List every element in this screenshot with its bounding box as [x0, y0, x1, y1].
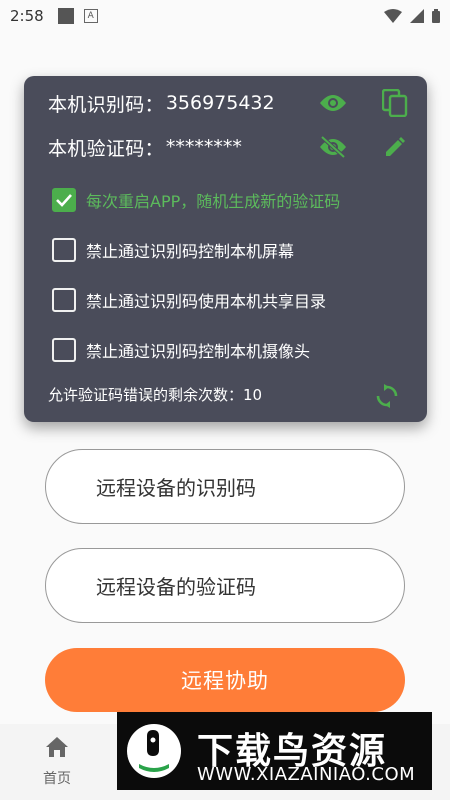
refresh-icon[interactable]: [372, 381, 402, 411]
checkbox[interactable]: [52, 338, 76, 362]
option-label: 每次重启APP，随机生成新的验证码: [86, 192, 341, 211]
retry-count-row: 允许验证码错误的剩余次数：10: [48, 384, 262, 405]
status-right-icons: [384, 9, 440, 23]
local-verify-label: 本机验证码：: [48, 137, 164, 160]
wifi-icon: [384, 9, 402, 23]
battery-icon: [432, 9, 440, 23]
notification-a-icon: A: [83, 9, 98, 23]
remote-assist-button[interactable]: 远程协助: [45, 648, 405, 712]
local-id-row: 本机识别码： 356975432: [48, 90, 275, 116]
eye-off-icon[interactable]: [318, 132, 348, 162]
copy-icon[interactable]: [380, 88, 410, 118]
local-device-card: 本机识别码： 356975432 本机验证码： ******** 每次重启APP…: [24, 76, 427, 422]
option-label: 禁止通过识别码使用本机共享目录: [86, 292, 327, 311]
local-verify-row: 本机验证码： ********: [48, 134, 242, 160]
option-label: 禁止通过识别码控制本机摄像头: [86, 342, 311, 361]
option-label: 禁止通过识别码控制本机屏幕: [86, 242, 295, 261]
cell-signal-icon: [410, 9, 424, 23]
nav-home[interactable]: 首页: [30, 736, 84, 788]
option-regenerate-code[interactable]: 每次重启APP，随机生成新的验证码: [52, 188, 340, 212]
edit-pencil-icon[interactable]: [380, 132, 410, 162]
local-id-value: 356975432: [165, 92, 275, 114]
option-disable-screen-control[interactable]: 禁止通过识别码控制本机屏幕: [52, 238, 294, 262]
checkbox[interactable]: [52, 288, 76, 312]
option-disable-camera-control[interactable]: 禁止通过识别码控制本机摄像头: [52, 338, 310, 362]
nav-home-label: 首页: [43, 771, 71, 787]
checkbox[interactable]: [52, 238, 76, 262]
local-id-label: 本机识别码：: [48, 93, 164, 116]
remote-id-button[interactable]: 远程设备的识别码: [45, 449, 405, 524]
eye-icon[interactable]: [318, 88, 348, 118]
retry-count: 10: [243, 386, 263, 404]
remote-verify-button[interactable]: 远程设备的验证码: [45, 548, 405, 623]
status-time: 2:58: [10, 7, 44, 25]
local-verify-value: ********: [165, 136, 242, 158]
option-disable-shared-folder[interactable]: 禁止通过识别码使用本机共享目录: [52, 288, 326, 312]
watermark-url: WWW.XIAZAINIAO.COM: [197, 764, 416, 785]
watermark-banner: 下载鸟资源 WWW.XIAZAINIAO.COM: [117, 712, 432, 790]
retry-label: 允许验证码错误的剩余次数：: [48, 386, 244, 404]
checkbox-checked[interactable]: [52, 188, 76, 212]
notification-square-icon: [57, 8, 74, 24]
status-bar: 2:58 A: [0, 0, 450, 32]
watermark-logo-icon: [127, 724, 181, 778]
home-icon: [46, 737, 68, 757]
